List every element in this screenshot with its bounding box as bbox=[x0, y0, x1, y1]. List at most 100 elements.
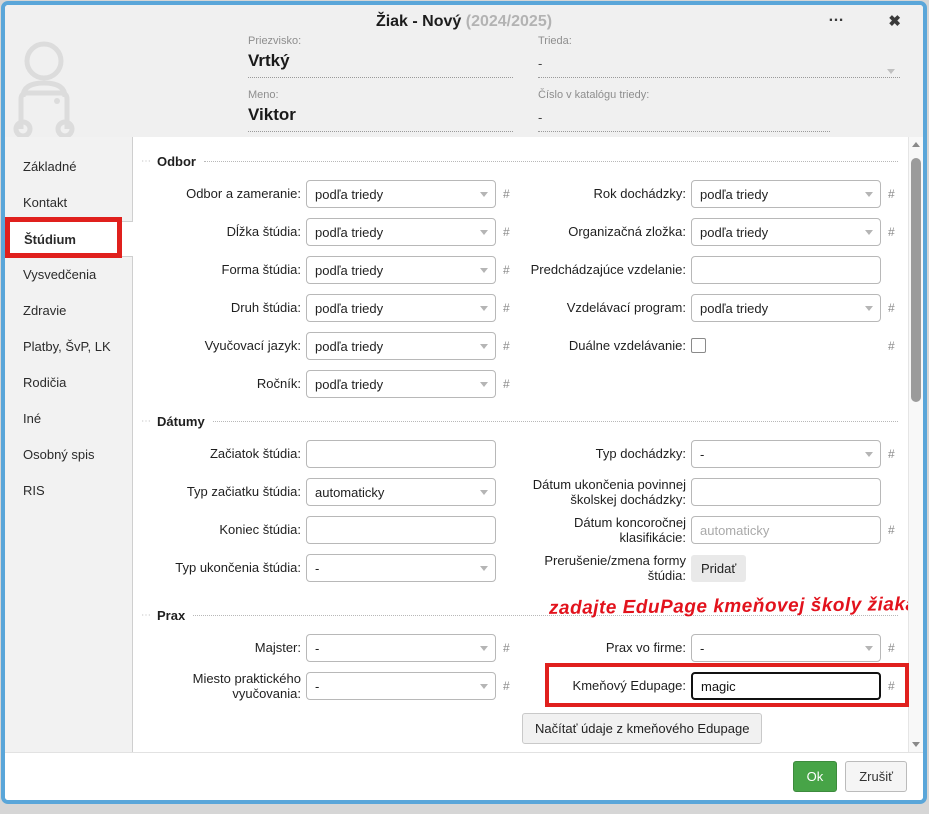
cancel-button[interactable]: Zrušiť bbox=[845, 761, 907, 792]
kmenovy-edupage-input[interactable] bbox=[691, 672, 881, 700]
form-row: Typ začiatku štúdia: automaticky Dátum u… bbox=[133, 473, 908, 511]
sidebar-item-vysvedcenia[interactable]: Vysvedčenia bbox=[5, 257, 132, 293]
chevron-down-icon bbox=[480, 684, 488, 689]
dualne-vzdelavanie-checkbox[interactable] bbox=[691, 338, 706, 353]
trieda-select[interactable]: - bbox=[538, 56, 900, 73]
hash-icon[interactable]: # bbox=[888, 301, 895, 315]
hash-icon[interactable]: # bbox=[503, 263, 510, 277]
hash-icon[interactable]: # bbox=[503, 339, 510, 353]
meno-input[interactable]: Viktor bbox=[248, 105, 513, 127]
sidebar-item-rodicia[interactable]: Rodičia bbox=[5, 365, 132, 401]
forma-studia-select[interactable]: podľa triedy bbox=[306, 256, 496, 284]
majster-select[interactable]: - bbox=[306, 634, 496, 662]
hash-icon[interactable]: # bbox=[888, 187, 895, 201]
hash-icon[interactable]: # bbox=[503, 225, 510, 239]
prax-vo-firme-select[interactable]: - bbox=[691, 634, 881, 662]
hash-icon[interactable]: # bbox=[888, 447, 895, 461]
form-row: Začiatok štúdia: Typ dochádzky: - # bbox=[133, 435, 908, 473]
miesto-praktickeho-select[interactable]: - bbox=[306, 672, 496, 700]
datum-koncorocnej-input[interactable] bbox=[691, 516, 881, 544]
hash-icon[interactable]: # bbox=[503, 641, 510, 655]
odbor-a-zameranie-select[interactable]: podľa triedy bbox=[306, 180, 496, 208]
druh-studia-select[interactable]: podľa triedy bbox=[306, 294, 496, 322]
sidebar-item-platby-svp-lk[interactable]: Platby, ŠvP, LK bbox=[5, 329, 132, 365]
form-row: Dĺžka štúdia: podľa triedy # Organizačná… bbox=[133, 213, 908, 251]
form-row: Forma štúdia: podľa triedy # Predchádzaj… bbox=[133, 251, 908, 289]
scroll-up-icon[interactable] bbox=[912, 142, 920, 147]
chevron-down-icon bbox=[480, 344, 488, 349]
form-row: Typ ukončenia štúdia: - Prerušenie/zmena… bbox=[133, 549, 908, 587]
trieda-label: Trieda: bbox=[538, 35, 900, 47]
sidebar-item-ris[interactable]: RIS bbox=[5, 473, 132, 509]
predchadzajuce-vzdelanie-label: Predchádzajúce vzdelanie: bbox=[518, 262, 686, 277]
dlzka-studia-select[interactable]: podľa triedy bbox=[306, 218, 496, 246]
vzdelavaci-program-label: Vzdelávací program: bbox=[518, 300, 686, 315]
select-value: automaticky bbox=[315, 485, 384, 500]
predchadzajuce-vzdelanie-input[interactable] bbox=[691, 256, 881, 284]
prax-vo-firme-label: Prax vo firme: bbox=[518, 640, 686, 655]
typ-zaciatku-studia-select[interactable]: automaticky bbox=[306, 478, 496, 506]
hash-icon[interactable]: # bbox=[888, 225, 895, 239]
pridat-button[interactable]: Pridať bbox=[691, 555, 746, 582]
prerusenie-zmena-formy-label: Prerušenie/zmena formy štúdia: bbox=[518, 553, 686, 584]
chevron-down-icon bbox=[865, 646, 873, 651]
kmenovy-edupage-label: Kmeňový Edupage: bbox=[518, 678, 686, 693]
load-row: Načítať údaje z kmeňového Edupage bbox=[133, 713, 908, 744]
sidebar-item-osobny-spis[interactable]: Osobný spis bbox=[5, 437, 132, 473]
form-row: Druh štúdia: podľa triedy # Vzdelávací p… bbox=[133, 289, 908, 327]
school-year: (2024/2025) bbox=[466, 13, 552, 30]
zaciatok-studia-input[interactable] bbox=[306, 440, 496, 468]
katalog-cislo-input[interactable]: - bbox=[538, 110, 830, 127]
sidebar-item-kontakt[interactable]: Kontakt bbox=[5, 185, 132, 221]
form-row: Ročník: podľa triedy # bbox=[133, 365, 908, 403]
vyucovaci-jazyk-select[interactable]: podľa triedy bbox=[306, 332, 496, 360]
vzdelavaci-program-select[interactable]: podľa triedy bbox=[691, 294, 881, 322]
hash-icon[interactable]: # bbox=[888, 523, 895, 537]
priezvisko-label: Priezvisko: bbox=[248, 35, 513, 47]
sidebar-item-ine[interactable]: Iné bbox=[5, 401, 132, 437]
hash-icon[interactable]: # bbox=[503, 377, 510, 391]
odbor-a-zameranie-label: Odbor a zameranie: bbox=[133, 186, 301, 201]
rocnik-select[interactable]: podľa triedy bbox=[306, 370, 496, 398]
select-value: podľa triedy bbox=[315, 377, 383, 392]
hash-icon[interactable]: # bbox=[888, 641, 895, 655]
forma-studia-label: Forma štúdia: bbox=[133, 262, 301, 277]
sidebar-item-studium[interactable]: Štúdium bbox=[5, 221, 133, 257]
tutorial-annotation: zadajte EduPage kmeňovej školy žiaka bbox=[549, 594, 908, 620]
dialog-title-text: Žiak - Nový bbox=[376, 13, 461, 30]
student-photo-placeholder-icon[interactable] bbox=[13, 39, 75, 142]
typ-dochadzky-select[interactable]: - bbox=[691, 440, 881, 468]
chevron-down-icon bbox=[865, 306, 873, 311]
dialog-footer: Ok Zrušiť bbox=[5, 752, 923, 800]
select-value: podľa triedy bbox=[315, 187, 383, 202]
more-options-icon[interactable]: … bbox=[828, 8, 845, 26]
typ-dochadzky-label: Typ dochádzky: bbox=[518, 446, 686, 461]
hash-icon[interactable]: # bbox=[503, 679, 510, 693]
hash-icon[interactable]: # bbox=[888, 339, 895, 353]
ok-button[interactable]: Ok bbox=[793, 761, 838, 792]
scroll-down-icon[interactable] bbox=[912, 742, 920, 747]
hash-icon[interactable]: # bbox=[503, 301, 510, 315]
rok-dochadzky-label: Rok dochádzky: bbox=[518, 186, 686, 201]
datum-ukoncenia-povinnej-input[interactable] bbox=[691, 478, 881, 506]
hash-icon[interactable]: # bbox=[503, 187, 510, 201]
section-divider bbox=[204, 161, 898, 162]
close-icon[interactable]: ✖ bbox=[888, 12, 901, 30]
priezvisko-field: Priezvisko: Vrtký bbox=[248, 35, 513, 78]
chevron-down-icon bbox=[480, 382, 488, 387]
chevron-down-icon bbox=[480, 268, 488, 273]
hash-icon[interactable]: # bbox=[888, 679, 895, 693]
load-kmenovy-edupage-button[interactable]: Načítať údaje z kmeňového Edupage bbox=[522, 713, 762, 744]
priezvisko-input[interactable]: Vrtký bbox=[248, 51, 513, 73]
typ-ukoncenia-studia-select[interactable]: - bbox=[306, 554, 496, 582]
dlzka-studia-label: Dĺžka štúdia: bbox=[133, 224, 301, 239]
sidebar-item-zakladne[interactable]: Základné bbox=[5, 149, 132, 185]
sidebar-item-zdravie[interactable]: Zdravie bbox=[5, 293, 132, 329]
rok-dochadzky-select[interactable]: podľa triedy bbox=[691, 180, 881, 208]
typ-ukoncenia-studia-label: Typ ukončenia štúdia: bbox=[133, 560, 301, 575]
scrollbar-thumb[interactable] bbox=[911, 158, 921, 402]
organizacna-zlozka-select[interactable]: podľa triedy bbox=[691, 218, 881, 246]
select-value: podľa triedy bbox=[700, 187, 768, 202]
vertical-scrollbar[interactable] bbox=[908, 137, 923, 752]
koniec-studia-input[interactable] bbox=[306, 516, 496, 544]
